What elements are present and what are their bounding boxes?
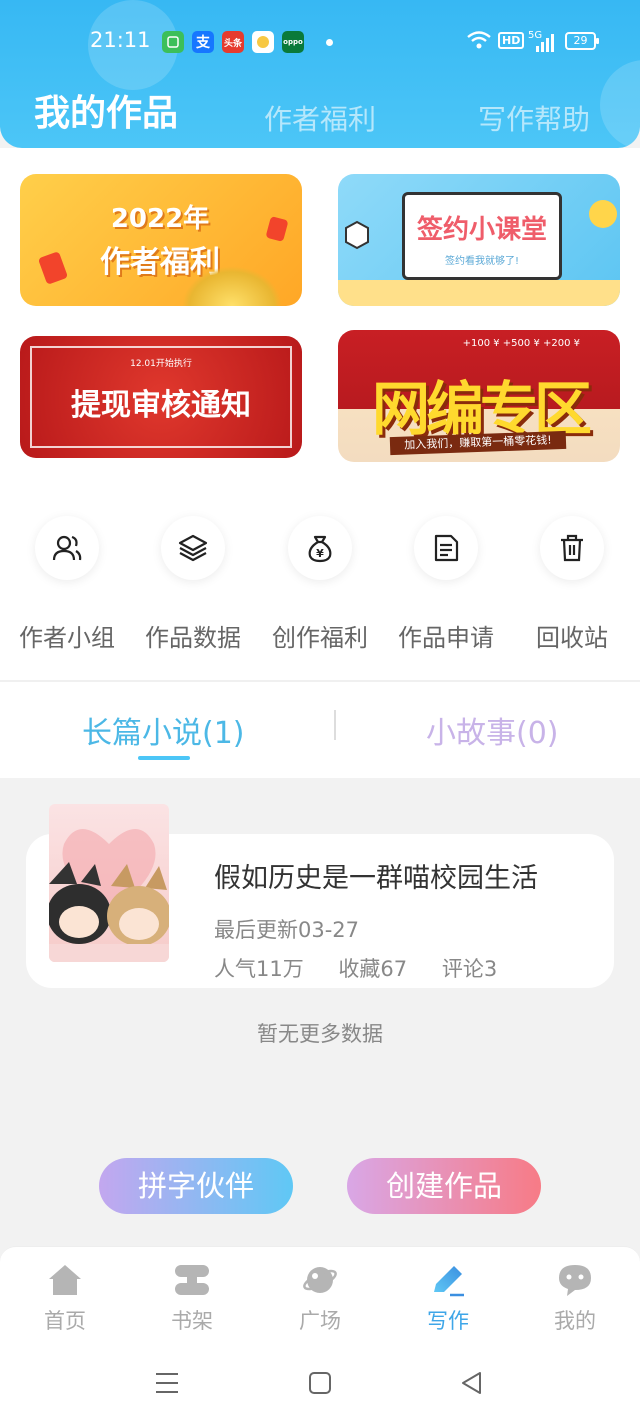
alipay-app-icon: 支	[192, 31, 214, 53]
nav-label: 书架	[171, 1309, 213, 1333]
red-packet-icon	[37, 251, 69, 285]
nav-item-mine[interactable]: 我的	[525, 1261, 625, 1335]
book-last-updated: 最后更新03-27	[214, 918, 360, 942]
shortcut-circle	[414, 516, 478, 580]
planet-icon	[303, 1267, 337, 1293]
nav-item-home[interactable]: 首页	[15, 1261, 115, 1335]
banner-subtitle: 签约看我就够了!	[444, 256, 519, 267]
banner-title: 提现审核通知	[71, 388, 251, 423]
app-four-icon	[252, 31, 274, 53]
segment-divider	[334, 710, 336, 740]
no-more-data-text: 暂无更多数据	[257, 1022, 383, 1046]
section-divider	[0, 680, 640, 682]
cover-illustration	[49, 829, 169, 962]
system-nav-bar	[0, 1344, 640, 1422]
red-packet-icon	[265, 216, 289, 242]
pencil-icon	[589, 200, 617, 228]
tab-author-benefits[interactable]: 作者福利	[264, 98, 376, 138]
shortcut-circle	[161, 516, 225, 580]
book-stats: 人气11万 收藏67 评论3	[214, 953, 525, 983]
main-panel: 2022年 作者福利 签约小课堂 签约看我就够了! 12.01开始执行 提现审核…	[0, 148, 640, 778]
document-icon	[434, 534, 459, 562]
bottom-nav: 首页 书架 广场 写作 我的	[0, 1246, 640, 1344]
banner-title: 签约小课堂	[416, 215, 547, 245]
top-tab-bar: 我的作品 作者福利 写作帮助	[0, 88, 640, 138]
book-title[interactable]: 假如历史是一群喵校园生活	[214, 856, 538, 895]
shortcut-circle	[540, 516, 604, 580]
banner-editor-zone[interactable]: +100 ¥ +500 ¥ +200 ¥ 网编专区 加入我们，赚取第一桶零花钱!	[338, 330, 620, 462]
shortcut-label: 作品数据	[145, 624, 241, 652]
writing-partner-button[interactable]: 拼字伙伴	[99, 1158, 293, 1214]
shortcut-author-group[interactable]: 作者小组	[3, 516, 131, 653]
nav-item-bookshelf[interactable]: 书架	[142, 1261, 242, 1335]
tab-long-novel[interactable]: 长篇小说(1)	[82, 708, 245, 752]
status-bar: 21:11 支 头条 oppo HD 5G 29	[0, 28, 640, 58]
battery-indicator: 29	[565, 32, 599, 50]
shortcut-recycle-bin[interactable]: 回收站	[508, 516, 636, 653]
tab-my-works[interactable]: 我的作品	[34, 84, 178, 136]
shortcut-work-data[interactable]: 作品数据	[129, 516, 257, 653]
nav-label: 广场	[299, 1309, 341, 1333]
banner-signing-class[interactable]: 签约小课堂 签约看我就够了!	[338, 174, 620, 306]
cube-icon	[345, 220, 369, 250]
banner-card: 签约小课堂 签约看我就够了!	[402, 192, 562, 280]
shortcut-label: 创作福利	[272, 624, 368, 652]
back-icon[interactable]	[460, 1371, 484, 1395]
book-comments: 评论3	[441, 957, 498, 981]
banner-withdrawal-notice[interactable]: 12.01开始执行 提现审核通知	[20, 336, 302, 458]
book-popularity: 人气11万	[214, 957, 304, 981]
header: 21:11 支 头条 oppo HD 5G 29 我的作品 作者福利 写作帮助	[0, 0, 640, 148]
tab-short-story[interactable]: 小故事(0)	[426, 708, 559, 752]
tab-writing-help[interactable]: 写作帮助	[478, 98, 590, 138]
banner-author-benefits[interactable]: 2022年 作者福利	[20, 174, 302, 306]
chat-bubble-icon	[559, 1265, 591, 1296]
create-work-button[interactable]: 创建作品	[347, 1158, 541, 1214]
trash-icon	[561, 534, 583, 562]
wifi-icon	[466, 30, 492, 54]
book-favorites: 收藏67	[338, 957, 408, 981]
nav-item-square[interactable]: 广场	[270, 1261, 370, 1335]
banner-date: 12.01开始执行	[130, 359, 192, 369]
nav-label: 写作	[427, 1309, 469, 1333]
oppo-app-icon: oppo	[282, 31, 304, 53]
book-cover-image[interactable]	[49, 804, 169, 962]
pen-icon	[434, 1266, 464, 1297]
hd-badge: HD	[498, 32, 525, 49]
shortcut-creation-benefits[interactable]: ¥ 创作福利	[256, 516, 384, 653]
shortcut-circle	[35, 516, 99, 580]
home-icon	[49, 1265, 81, 1295]
notification-dot	[326, 39, 333, 46]
banner-decor	[338, 280, 620, 306]
shortcut-work-application[interactable]: 作品申请	[382, 516, 510, 653]
wechat-app-icon	[162, 31, 184, 53]
shortcut-label: 回收站	[536, 624, 608, 652]
menu-icon[interactable]	[155, 1372, 179, 1394]
status-time: 21:11	[90, 28, 151, 52]
banner-year: 2022年	[110, 204, 210, 234]
toutiao-app-icon: 头条	[222, 31, 244, 53]
nav-item-write[interactable]: 写作	[398, 1261, 498, 1335]
active-tab-indicator	[138, 756, 190, 760]
svg-text:¥: ¥	[316, 547, 324, 560]
shortcut-label: 作品申请	[398, 624, 494, 652]
bookshelf-icon	[175, 1265, 209, 1295]
home-square-icon[interactable]	[308, 1372, 332, 1394]
shortcut-label: 作者小组	[19, 624, 115, 652]
layers-icon	[178, 534, 208, 562]
nav-label: 首页	[44, 1309, 86, 1333]
banner-amounts: +100 ¥ +500 ¥ +200 ¥	[462, 338, 580, 349]
group-icon	[52, 535, 82, 561]
shortcut-circle: ¥	[288, 516, 352, 580]
signal-icon	[530, 34, 556, 56]
gold-coins-icon	[182, 266, 282, 306]
nav-label: 我的	[554, 1309, 596, 1333]
money-bag-icon: ¥	[308, 535, 332, 563]
